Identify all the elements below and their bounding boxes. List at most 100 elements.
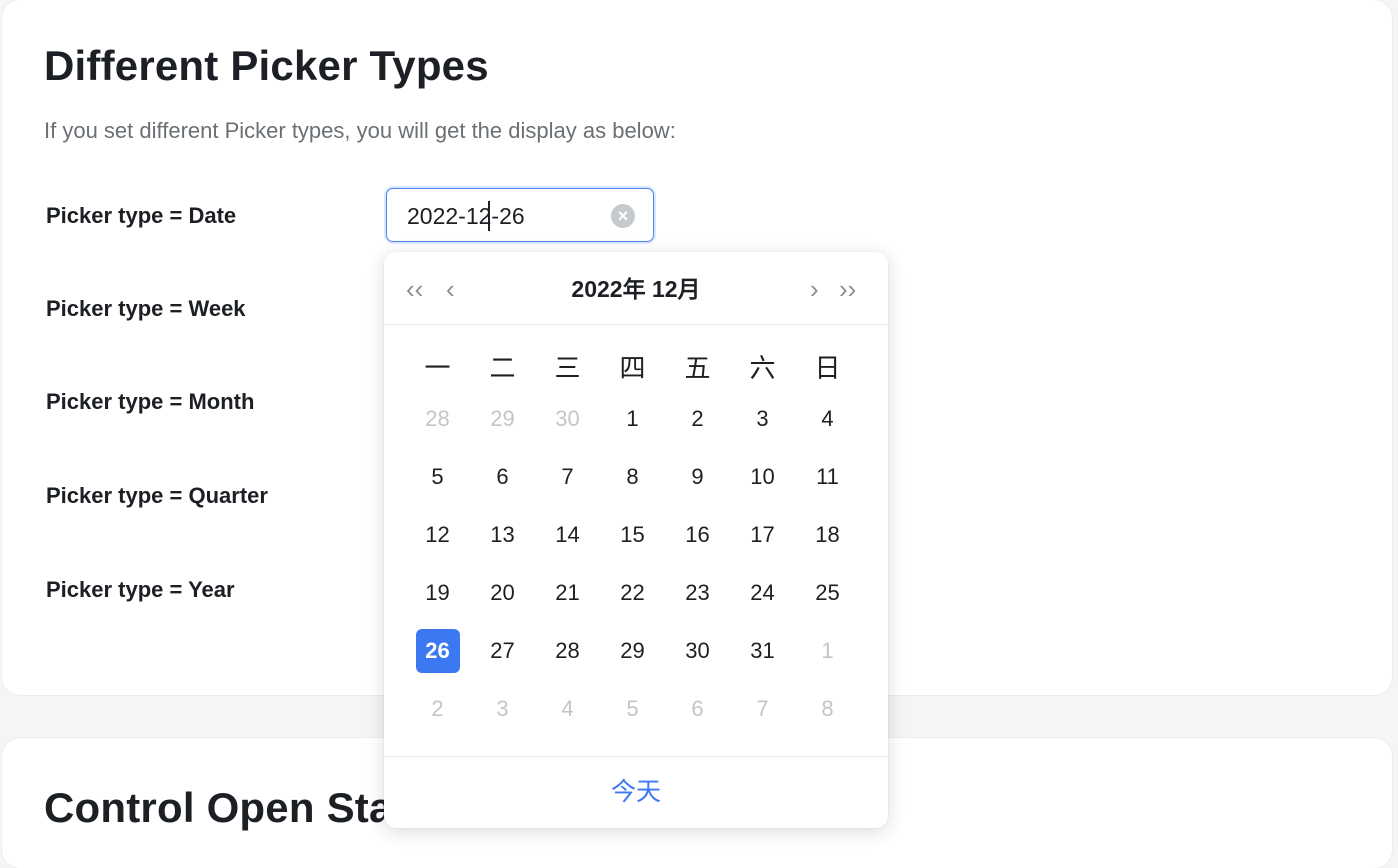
calendar-day-number: 9 [691, 464, 704, 489]
clear-icon[interactable]: × [611, 204, 635, 228]
date-picker-input[interactable]: 2022-12-26 × [386, 188, 654, 242]
today-button[interactable]: 今天 [384, 772, 888, 812]
calendar-day[interactable]: 2 [665, 397, 730, 441]
calendar-day-number: 8 [821, 696, 834, 721]
calendar-day[interactable]: 6 [470, 455, 535, 499]
date-input-value[interactable]: 2022-12-26 [407, 203, 525, 230]
calendar-day[interactable]: 3 [730, 397, 795, 441]
calendar-day-number: 10 [750, 464, 775, 489]
calendar-day[interactable]: 7 [535, 455, 600, 499]
calendar-day[interactable]: 1 [600, 397, 665, 441]
calendar-day-number: 17 [750, 522, 775, 547]
calendar-day[interactable]: 10 [730, 455, 795, 499]
calendar-day[interactable]: 6 [665, 687, 730, 731]
calendar-day-number: 7 [756, 696, 769, 721]
calendar-days: 28 29 30 1 2 3 4 5 6 7 8 9 10 11 12 13 14 15 16 17 18 19 20 21 2… [405, 390, 860, 738]
calendar-day-number: 7 [561, 464, 574, 489]
calendar-day-number: 5 [431, 464, 444, 489]
calendar-day-number: 23 [685, 580, 710, 605]
next-month-icon[interactable]: › [810, 272, 819, 306]
weekday-label: 六 [749, 353, 776, 383]
calendar-day[interactable]: 4 [795, 397, 860, 441]
calendar-day-number: 19 [425, 580, 450, 605]
calendar-day[interactable]: 9 [665, 455, 730, 499]
calendar-day-number: 4 [821, 406, 834, 431]
calendar-day[interactable]: 17 [730, 513, 795, 557]
calendar-day-number: 30 [685, 638, 710, 663]
calendar-day-number: 8 [626, 464, 639, 489]
calendar-day[interactable]: 29 [600, 629, 665, 673]
calendar-header-divider [384, 324, 888, 325]
calendar-week-row: 26 27 28 29 30 31 1 [405, 622, 860, 680]
calendar-day[interactable]: 7 [730, 687, 795, 731]
section-title: Different Picker Types [44, 42, 489, 89]
calendar-day[interactable]: 5 [405, 455, 470, 499]
calendar-day[interactable]: 29 [470, 397, 535, 441]
calendar-day[interactable]: 15 [600, 513, 665, 557]
calendar-day-number: 28 [425, 406, 450, 431]
calendar-day[interactable]: 24 [730, 571, 795, 615]
calendar-day[interactable]: 28 [535, 629, 600, 673]
calendar-day[interactable]: 30 [535, 397, 600, 441]
section2-title: Control Open Sta [44, 784, 393, 831]
calendar-day-number: 2 [431, 696, 444, 721]
weekday-label: 日 [814, 353, 841, 383]
calendar-day-selected[interactable]: 26 [405, 629, 470, 673]
calendar-day-number: 21 [555, 580, 580, 605]
calendar-day[interactable]: 11 [795, 455, 860, 499]
calendar-day-number: 18 [815, 522, 840, 547]
calendar-day-number: 3 [756, 406, 769, 431]
calendar-day-number: 26 [415, 629, 460, 673]
calendar-day-number: 3 [496, 696, 509, 721]
calendar-day[interactable]: 21 [535, 571, 600, 615]
calendar-day-number: 6 [496, 464, 509, 489]
calendar-day[interactable]: 3 [470, 687, 535, 731]
calendar-day-number: 11 [816, 464, 839, 489]
calendar-day[interactable]: 30 [665, 629, 730, 673]
weekday-label: 五 [684, 353, 711, 383]
calendar-day[interactable]: 12 [405, 513, 470, 557]
calendar-day-number: 27 [490, 638, 515, 663]
calendar-day-number: 4 [561, 696, 574, 721]
calendar-day[interactable]: 19 [405, 571, 470, 615]
calendar-day-number: 25 [815, 580, 840, 605]
label-picker-month: Picker type = Month [46, 389, 255, 414]
label-picker-quarter: Picker type = Quarter [46, 483, 268, 508]
calendar-day-number: 13 [490, 522, 515, 547]
calendar-day[interactable]: 25 [795, 571, 860, 615]
calendar-day-number: 5 [626, 696, 639, 721]
text-caret [488, 201, 490, 231]
calendar-day[interactable]: 28 [405, 397, 470, 441]
calendar-day[interactable]: 14 [535, 513, 600, 557]
calendar-day[interactable]: 22 [600, 571, 665, 615]
calendar-day-number: 29 [490, 406, 515, 431]
calendar-day-number: 22 [620, 580, 645, 605]
weekday-label: 三 [554, 353, 581, 383]
calendar-day-number: 12 [425, 522, 450, 547]
calendar-week-row: 12 13 14 15 16 17 18 [405, 506, 860, 564]
calendar-day[interactable]: 8 [795, 687, 860, 731]
section-description: If you set different Picker types, you w… [44, 118, 676, 143]
calendar-day[interactable]: 18 [795, 513, 860, 557]
calendar-day[interactable]: 16 [665, 513, 730, 557]
calendar-day-number: 31 [750, 638, 775, 663]
calendar-day[interactable]: 1 [795, 629, 860, 673]
calendar-day[interactable]: 31 [730, 629, 795, 673]
calendar-day[interactable]: 8 [600, 455, 665, 499]
calendar-footer-divider [384, 756, 888, 757]
calendar-popup: ‹‹ ‹ 2022年 12月 › ›› 一二三四五六日 28 29 30 1 2 3 4 5 6… [384, 252, 888, 828]
calendar-day[interactable]: 27 [470, 629, 535, 673]
next-year-icon[interactable]: ›› [839, 272, 856, 306]
calendar-day[interactable]: 2 [405, 687, 470, 731]
calendar-day[interactable]: 4 [535, 687, 600, 731]
calendar-day[interactable]: 23 [665, 571, 730, 615]
label-picker-year: Picker type = Year [46, 577, 235, 602]
calendar-day[interactable]: 13 [470, 513, 535, 557]
calendar-day[interactable]: 5 [600, 687, 665, 731]
calendar-day-number: 20 [490, 580, 515, 605]
weekday-label: 二 [489, 353, 516, 383]
weekday-header-row: 一二三四五六日 [405, 346, 860, 390]
calendar-day-number: 29 [620, 638, 645, 663]
calendar-day-number: 14 [555, 522, 580, 547]
calendar-day[interactable]: 20 [470, 571, 535, 615]
